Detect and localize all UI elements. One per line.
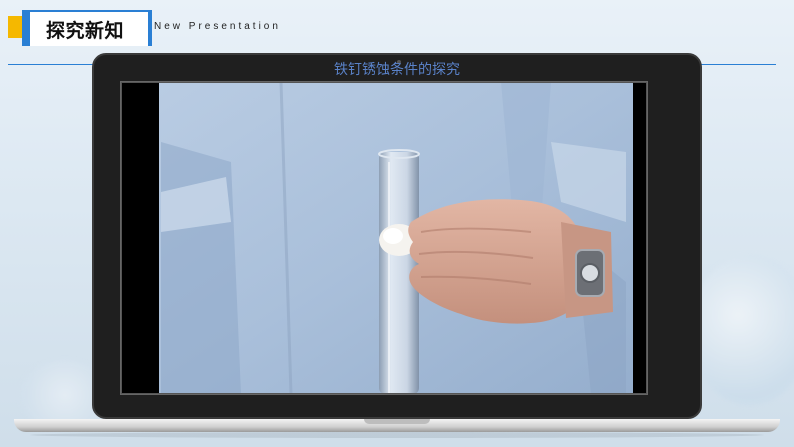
video-caption: 铁钉锈蚀条件的探究: [334, 62, 460, 78]
page-title: 探究新知: [46, 19, 125, 42]
video-player[interactable]: [120, 81, 648, 395]
page-subtitle: New Presentation: [154, 21, 281, 32]
laptop-shadow: [30, 432, 764, 438]
laptop-notch: [364, 419, 430, 424]
video-frame-image: [121, 81, 647, 395]
laptop-base: [14, 419, 780, 432]
laptop-screen: 铁钉锈蚀条件的探究: [92, 53, 702, 419]
title-box: 探究新知: [30, 12, 148, 46]
background-decoration: [690, 255, 794, 405]
